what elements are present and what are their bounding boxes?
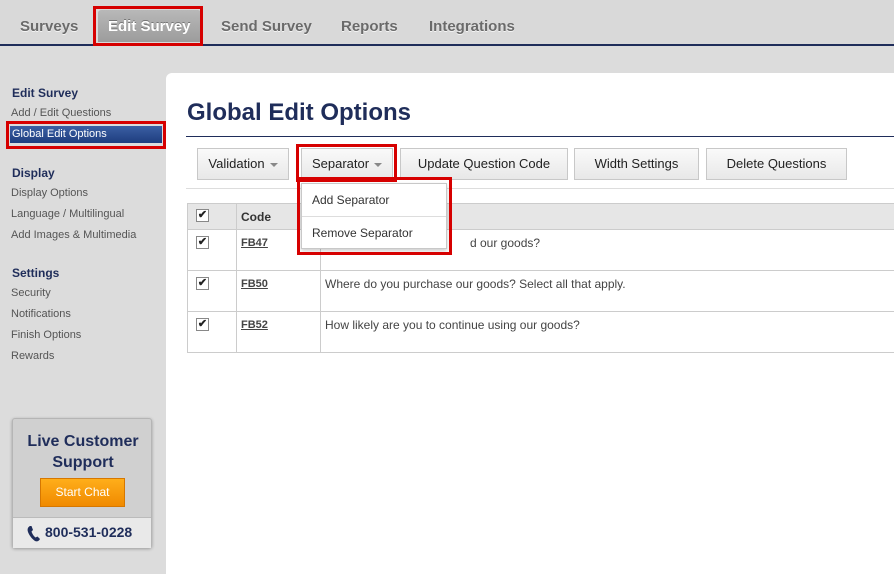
toolbar-divider — [186, 188, 894, 189]
table-row: ✔ FB47 d our goods? — [188, 230, 894, 271]
sidebar-heading-display: Display — [12, 166, 55, 180]
row-checkbox-cell: ✔ — [188, 312, 237, 352]
question-text: d our goods? — [470, 236, 541, 250]
sidebar-item-rewards[interactable]: Rewards — [11, 350, 54, 362]
question-code-link[interactable]: FB52 — [241, 319, 268, 331]
width-settings-button[interactable]: Width Settings — [574, 148, 699, 180]
tab-send-survey[interactable]: Send Survey — [221, 0, 312, 46]
separator-menu-highlight — [297, 177, 452, 255]
phone-icon — [27, 526, 40, 542]
row-checkbox[interactable]: ✔ — [196, 277, 209, 290]
support-phone-number[interactable]: 800-531-0228 — [45, 524, 132, 540]
row-checkbox[interactable]: ✔ — [196, 236, 209, 249]
start-chat-button[interactable]: Start Chat — [40, 478, 125, 507]
title-divider — [186, 136, 894, 137]
row-checkbox-cell: ✔ — [188, 271, 237, 311]
sidebar-item-language[interactable]: Language / Multilingual — [11, 208, 124, 220]
edit-survey-tab-highlight — [93, 6, 203, 46]
header-checkbox-cell: ✔ — [188, 204, 237, 229]
validation-button[interactable]: Validation — [197, 148, 289, 180]
sidebar-item-add-edit-questions[interactable]: Add / Edit Questions — [11, 107, 111, 119]
question-code-link[interactable]: FB50 — [241, 278, 268, 290]
sidebar-item-finish-options[interactable]: Finish Options — [11, 329, 81, 341]
live-support-panel: Live Customer Support Start Chat 800-531… — [12, 418, 152, 548]
sidebar-heading-settings: Settings — [12, 266, 60, 280]
update-question-code-button[interactable]: Update Question Code — [400, 148, 568, 180]
table-header: ✔ Code — [188, 204, 894, 230]
chevron-down-icon — [269, 162, 278, 167]
row-code-cell: FB50 — [237, 271, 321, 311]
tab-reports[interactable]: Reports — [341, 0, 398, 46]
sidebar-item-add-images[interactable]: Add Images & Multimedia — [11, 229, 136, 241]
validation-label: Validation — [208, 156, 265, 171]
select-all-checkbox[interactable]: ✔ — [196, 209, 209, 222]
support-title: Live Customer Support — [27, 433, 139, 471]
code-column-header: Code — [241, 210, 271, 224]
sidebar-item-notifications[interactable]: Notifications — [11, 308, 71, 320]
table-row: ✔ FB52 How likely are you to continue us… — [188, 312, 894, 353]
questions-table: ✔ Code ✔ FB47 d our goods? ✔ FB50 Where … — [187, 203, 894, 353]
table-row: ✔ FB50 Where do you purchase our goods? … — [188, 271, 894, 312]
tab-integrations[interactable]: Integrations — [429, 0, 515, 46]
question-text: How likely are you to continue using our… — [325, 318, 580, 332]
sidebar-item-security[interactable]: Security — [11, 287, 51, 299]
phone-bar: 800-531-0228 — [13, 517, 151, 548]
row-checkbox[interactable]: ✔ — [196, 318, 209, 331]
global-edit-options-highlight — [6, 121, 166, 149]
tab-surveys[interactable]: Surveys — [20, 0, 78, 46]
row-code-cell: FB52 — [237, 312, 321, 352]
page-title: Global Edit Options — [187, 99, 411, 126]
delete-questions-button[interactable]: Delete Questions — [706, 148, 847, 180]
row-checkbox-cell: ✔ — [188, 230, 237, 270]
sidebar-item-display-options[interactable]: Display Options — [11, 187, 88, 199]
question-code-link[interactable]: FB47 — [241, 237, 268, 249]
main-panel: Global Edit Options Validation Separator… — [166, 73, 894, 574]
sidebar-heading-edit-survey: Edit Survey — [12, 86, 79, 100]
question-text: Where do you purchase our goods? Select … — [325, 277, 626, 291]
